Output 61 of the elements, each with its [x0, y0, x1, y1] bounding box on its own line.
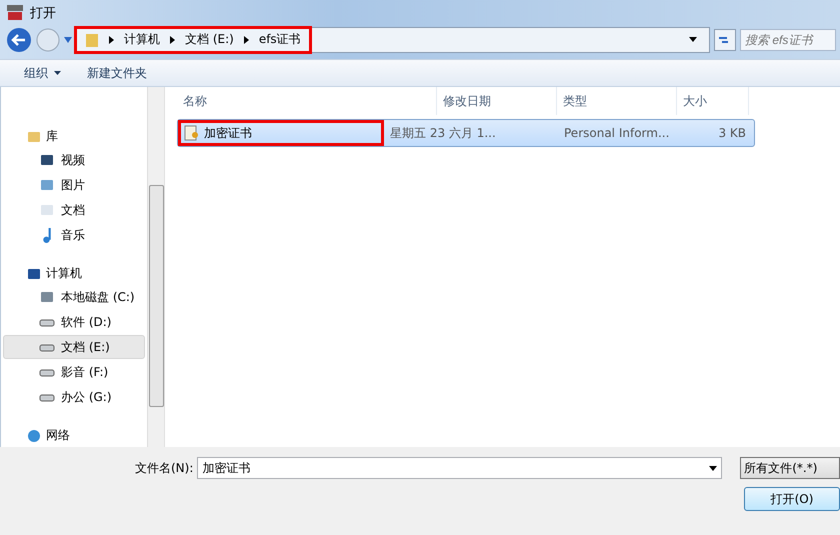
nav-item[interactable]: 文档 [3, 198, 145, 222]
app-icon [6, 4, 24, 22]
filename-value: 加密证书 [202, 460, 250, 477]
address-bar[interactable]: 计算机 文档 (E:) efs证书 [76, 26, 710, 53]
nav-item-label: 影音 (F:) [61, 364, 108, 381]
globe-icon [26, 428, 42, 444]
column-header[interactable]: 类型 [557, 87, 677, 116]
nav-group-label: 计算机 [46, 265, 82, 282]
column-header[interactable]: 名称 [177, 87, 437, 116]
nav-item-label: 本地磁盘 (C:) [61, 288, 135, 306]
nav-item[interactable]: 软件 (D:) [3, 310, 145, 334]
search-field[interactable]: 搜索 efs证书 [740, 28, 836, 51]
nav-item-label: 视频 [61, 152, 85, 169]
type-cell-text: Personal Inform... [563, 126, 670, 140]
nav-group[interactable]: 库 [1, 125, 147, 148]
nav-item[interactable]: 办公 (G:) [3, 385, 145, 410]
column-header[interactable]: 修改日期 [437, 87, 557, 116]
dropdown-arrow-icon[interactable] [709, 466, 718, 471]
file-type-dropdown[interactable]: 所有文件(*.*) [740, 457, 840, 480]
nav-item-label: 图片 [61, 176, 85, 194]
column-header[interactable]: 大小 [677, 87, 749, 116]
nav-group-label: 库 [46, 128, 58, 146]
music-note-icon [43, 228, 51, 243]
scrollbar-thumb[interactable] [149, 185, 164, 408]
nav-item-label: 办公 (G:) [61, 388, 112, 406]
filename-label: 文件名(N): [135, 460, 194, 477]
breadcrumb[interactable]: 计算机 [124, 31, 160, 48]
dropdown-arrow-icon[interactable] [689, 37, 697, 42]
breadcrumb[interactable]: efs证书 [258, 31, 301, 48]
nav-item-label: 软件 (D:) [61, 314, 112, 331]
filename-field[interactable]: 加密证书 [197, 457, 722, 480]
refresh-button[interactable] [714, 28, 736, 51]
nav-item[interactable]: 本地磁盘 (C:) [3, 285, 145, 310]
nav-item-label: 音乐 [61, 226, 85, 244]
organize-menu-button[interactable]: 组织 [24, 64, 61, 82]
file-name: 加密证书 [204, 124, 252, 142]
chevron-icon [109, 36, 114, 44]
nav-item[interactable]: 视频 [3, 148, 145, 172]
nav-item[interactable]: 文档 (E:) [3, 335, 145, 360]
nav-item[interactable]: 图片 [3, 173, 145, 198]
breadcrumb[interactable]: 文档 (E:) [185, 31, 234, 48]
certificate-icon [184, 125, 200, 142]
nav-item-label: 文档 (E:) [61, 338, 110, 356]
file-row[interactable]: 加密证书 星期五 23 六月 1... Personal Inform... 3 KB [177, 119, 755, 148]
nav-item-label: 文档 [61, 202, 85, 219]
nav-group-label: 网络 [46, 427, 70, 444]
scrollbar[interactable] [147, 87, 164, 448]
size-cell-text: 3 KB [717, 126, 747, 140]
back-button[interactable] [6, 26, 32, 53]
date-cell-text: 星期五 23 六月 1... [389, 124, 497, 142]
nav-group[interactable]: 计算机 [1, 262, 147, 286]
nav-group[interactable]: 网络 [1, 424, 147, 448]
new-folder-button[interactable]: 新建文件夹 [87, 64, 147, 82]
chevron-icon [170, 36, 175, 44]
open-button[interactable]: 打开(O) [744, 487, 840, 512]
caret-icon[interactable] [64, 36, 72, 43]
chevron-icon [244, 36, 249, 44]
nav-item[interactable]: 影音 (F:) [3, 360, 145, 384]
window-title: 打开 [30, 5, 56, 22]
caret-icon [54, 71, 61, 76]
nav-item[interactable]: 音乐 [3, 223, 145, 248]
